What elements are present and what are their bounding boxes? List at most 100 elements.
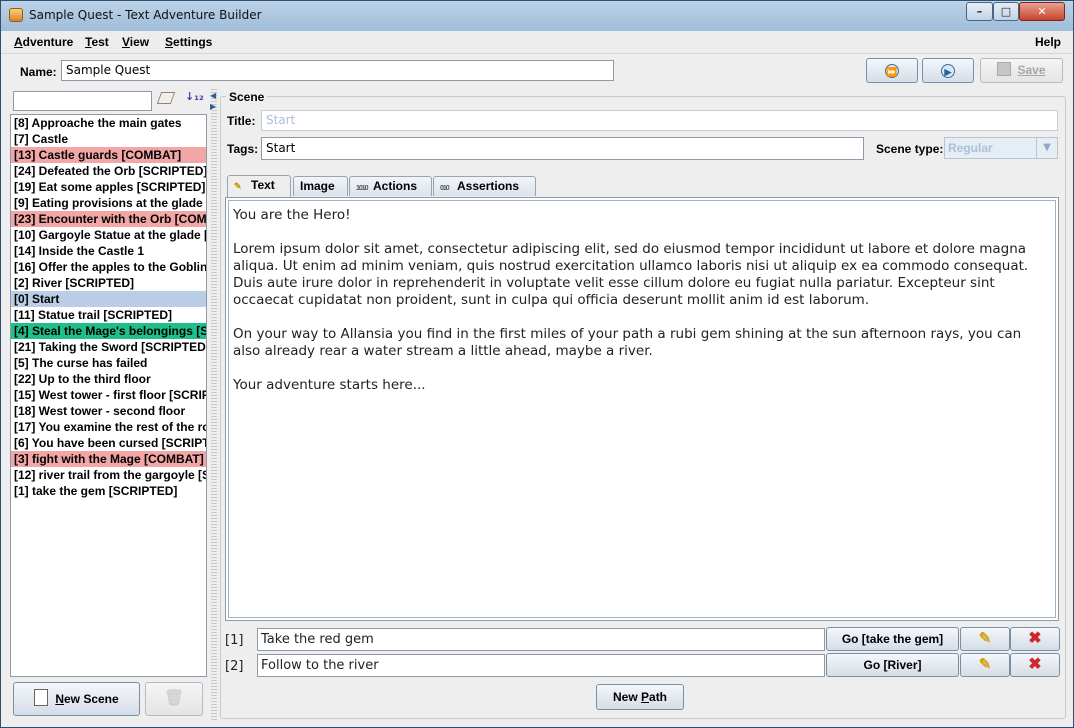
app-window: Sample Quest - Text Adventure Builder – … (0, 0, 1074, 728)
scene-list-item[interactable]: [19] Eat some apples [SCRIPTED] (11, 179, 206, 195)
scene-list-item[interactable]: [11] Statue trail [SCRIPTED] (11, 307, 206, 323)
tab-image[interactable]: Image (293, 176, 348, 196)
trash-icon: 🗑 (163, 690, 185, 707)
adventure-name-input[interactable]: Sample Quest (61, 60, 614, 81)
delete-x-icon: ✖ (1028, 630, 1042, 647)
title-bar: Sample Quest - Text Adventure Builder – … (1, 1, 1073, 32)
new-path-mnemonic: P (641, 690, 650, 704)
tab-label: Actions (373, 179, 418, 193)
scene-paragraph: On your way to Allansia you find in the … (233, 326, 1022, 359)
scene-tags-input[interactable]: Start (261, 137, 864, 160)
save-button[interactable]: Save (980, 58, 1063, 83)
go-path-button[interactable]: Go [take the gem] (826, 627, 959, 651)
scene-list-item[interactable]: [23] Encounter with the Orb [COMBAT] (11, 211, 206, 227)
scene-legend: Scene (226, 90, 268, 104)
scene-list-item[interactable]: [16] Offer the apples to the Goblin (11, 259, 206, 275)
scene-list-item[interactable]: [5] The curse has failed (11, 355, 206, 371)
edit-path-button[interactable]: ✎ (960, 653, 1010, 677)
menu-adventure[interactable]: Adventure (14, 35, 73, 49)
scene-type-label: Scene type: (876, 142, 944, 156)
scene-paragraph: Your adventure starts here... (233, 377, 426, 393)
scene-list-item[interactable]: [15] West tower - first floor [SCRIPTED] (11, 387, 206, 403)
assertions-icon: 010 (440, 185, 450, 192)
menu-label: iew (129, 35, 150, 49)
menu-settings[interactable]: Settings (165, 35, 212, 49)
scene-list-item[interactable]: [10] Gargoyle Statue at the glade [SCRIP… (11, 227, 206, 243)
scene-list-item[interactable]: [21] Taking the Sword [SCRIPTED] (11, 339, 206, 355)
edit-path-button[interactable]: ✎ (960, 627, 1010, 651)
menu-label: ettings (173, 35, 213, 49)
collapse-left-arrow-icon[interactable]: ◀ (210, 91, 216, 100)
maximize-button[interactable]: □ (993, 2, 1019, 21)
scene-list-item[interactable]: [0] Start (11, 291, 206, 307)
tab-actions[interactable]: 1010 Actions (349, 176, 432, 196)
menu-label: est (91, 35, 109, 49)
text-pencil-icon: ✎ (234, 181, 242, 191)
new-scene-mnemonic: N (55, 692, 64, 706)
name-label: Name: (20, 65, 57, 79)
delete-path-button[interactable]: ✖ (1010, 653, 1060, 677)
scene-filter-input[interactable] (13, 91, 152, 111)
delete-path-button[interactable]: ✖ (1010, 627, 1060, 651)
scene-list-item[interactable]: [13] Castle guards [COMBAT] (11, 147, 206, 163)
binary-icon: 1010 (356, 185, 369, 192)
tab-label: Assertions (457, 179, 520, 193)
minimize-button[interactable]: – (966, 2, 993, 21)
scene-list[interactable]: [8] Approache the main gates [7] Castle [1… (10, 114, 207, 677)
scene-list-item[interactable]: [3] fight with the Mage [COMBAT] (11, 451, 206, 467)
java-app-icon (9, 8, 23, 22)
floppy-icon (997, 62, 1012, 76)
delete-scene-button[interactable]: 🗑 (145, 682, 203, 716)
scene-list-item[interactable]: [17] You examine the rest of the room (11, 419, 206, 435)
tab-label: Image (300, 179, 335, 193)
scene-list-item[interactable]: [2] River [SCRIPTED] (11, 275, 206, 291)
title-label: Title: (227, 114, 256, 128)
scene-list-item[interactable]: [8] Approache the main gates (11, 115, 206, 131)
scene-list-item[interactable]: [9] Eating provisions at the glade [SCRI… (11, 195, 206, 211)
run-button[interactable]: ▶ (922, 58, 974, 83)
tab-assertions[interactable]: 010 Assertions (433, 176, 536, 196)
new-scene-button[interactable]: New Scene (13, 682, 140, 716)
menu-test[interactable]: Test (85, 35, 109, 49)
menu-bar: Adventure Test View Settings Help (1, 31, 1073, 54)
scene-list-item[interactable]: [4] Steal the Mage's belongings [SCRIPTE… (11, 323, 206, 339)
scene-list-item[interactable]: [14] Inside the Castle 1 (11, 243, 206, 259)
eraser-icon[interactable] (156, 92, 176, 104)
scene-list-item[interactable]: [24] Defeated the Orb [SCRIPTED] (11, 163, 206, 179)
split-pane-divider[interactable] (211, 89, 217, 721)
pencil-icon: ✎ (978, 656, 992, 673)
menu-label: dventure (22, 35, 74, 49)
chevron-down-icon: ▼ (1036, 138, 1057, 158)
scene-text-editor[interactable]: You are the Hero! Lorem ipsum dolor sit … (225, 197, 1059, 621)
new-page-icon (34, 689, 49, 706)
sort-icon[interactable]: ↓₁₂ (185, 90, 204, 103)
scene-text-content[interactable]: You are the Hero! Lorem ipsum dolor sit … (228, 200, 1056, 618)
scene-title-input[interactable]: Start (261, 110, 1058, 131)
close-button[interactable]: ✕ (1019, 2, 1065, 21)
scene-type-select[interactable]: Regular ▼ (944, 137, 1058, 159)
new-path-button[interactable]: New Path (596, 684, 684, 710)
tags-label: Tags: (227, 142, 259, 156)
run-fast-button[interactable]: ⏩ (866, 58, 918, 83)
collapse-right-arrow-icon[interactable]: ▶ (210, 102, 216, 111)
save-label: Save (1017, 63, 1046, 77)
menu-view[interactable]: View (122, 35, 149, 49)
go-path-button[interactable]: Go [River] (826, 653, 959, 677)
path-index: [2] (225, 659, 244, 674)
tab-text[interactable]: ✎ Text (227, 175, 291, 197)
scene-list-item[interactable]: [22] Up to the third floor (11, 371, 206, 387)
path-text-input[interactable]: Take the red gem (257, 628, 825, 651)
new-scene-label: ew Scene (63, 692, 119, 706)
scene-list-item[interactable]: [18] West tower - second floor (11, 403, 206, 419)
new-path-label: New (612, 690, 641, 704)
scene-list-item[interactable]: [12] river trail from the gargoyle [SCRI… (11, 467, 206, 483)
scene-list-item[interactable]: [6] You have been cursed [SCRIPTED] (11, 435, 206, 451)
delete-x-icon: ✖ (1028, 656, 1042, 673)
menu-help[interactable]: Help (1035, 35, 1061, 49)
path-index: [1] (225, 633, 244, 648)
path-text-input[interactable]: Follow to the river (257, 654, 825, 677)
fast-forward-icon: ⏩ (885, 63, 899, 78)
new-path-label-rest: ath (649, 690, 668, 704)
scene-list-item[interactable]: [7] Castle (11, 131, 206, 147)
scene-list-item[interactable]: [1] take the gem [SCRIPTED] (11, 483, 206, 499)
